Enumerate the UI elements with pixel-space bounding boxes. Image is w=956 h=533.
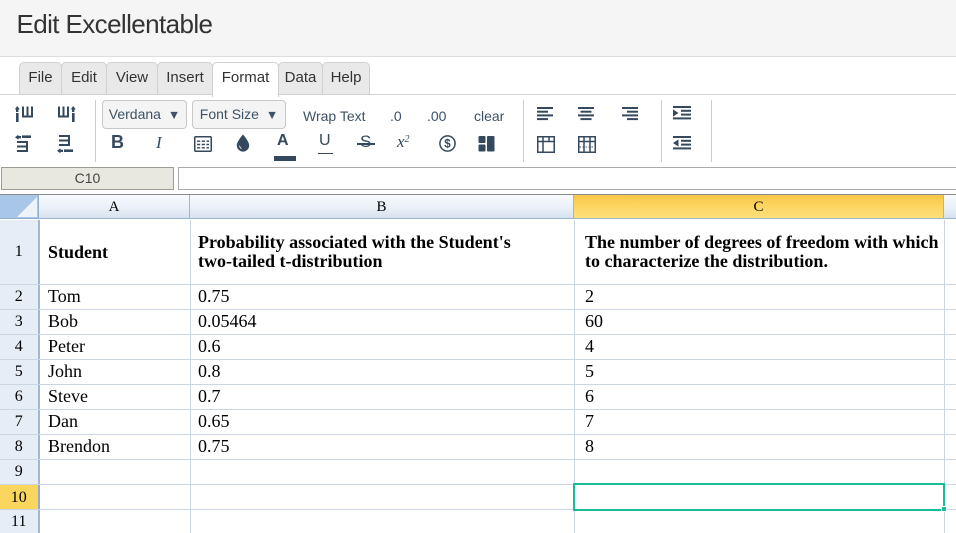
svg-text:$: $ [444, 139, 451, 151]
